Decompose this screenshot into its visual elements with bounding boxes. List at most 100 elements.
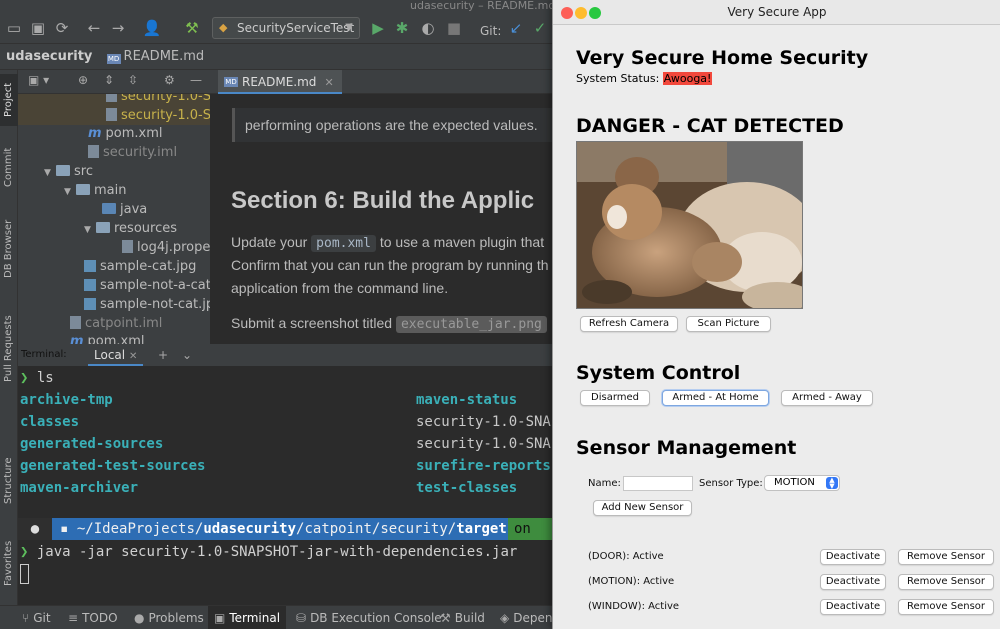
stop-icon[interactable]: ■: [444, 18, 464, 38]
sensor-row-label: (MOTION): Active: [588, 576, 675, 587]
terminal-entry: archive-tmp: [20, 392, 113, 408]
app-heading: Very Secure Home Security: [576, 47, 869, 69]
terminal-tab-local[interactable]: Local ✕: [88, 344, 144, 366]
refresh-camera-button[interactable]: Refresh Camera: [580, 316, 678, 332]
remove-sensor-button[interactable]: Remove Sensor: [898, 574, 994, 590]
tool-tab-db-browser[interactable]: DB Browser: [0, 214, 18, 284]
tool-tab-project[interactable]: Project: [0, 74, 18, 126]
hide-panel-icon[interactable]: —: [190, 73, 202, 87]
breadcrumb: udasecurity MD README.md: [0, 44, 552, 70]
tree-item[interactable]: security-1.0-S: [18, 94, 210, 106]
info-icon: ●: [134, 611, 145, 625]
git-update-icon[interactable]: ↙: [506, 18, 526, 38]
back-arrow-icon[interactable]: ←: [84, 18, 104, 38]
sync-icon[interactable]: ⟳: [52, 18, 72, 38]
git-label: Git:: [480, 24, 502, 38]
tree-item[interactable]: catpoint.iml: [18, 314, 210, 333]
deactivate-sensor-button[interactable]: Deactivate: [820, 574, 886, 590]
tree-item[interactable]: ▼ src: [18, 162, 210, 181]
tree-item[interactable]: sample-not-cat.jp: [18, 295, 210, 314]
terminal[interactable]: ❯ ls archive-tmp classes generated-sourc…: [18, 366, 552, 606]
sensor-management-heading: Sensor Management: [576, 437, 797, 459]
build-hammer-icon[interactable]: ⚒: [182, 18, 202, 38]
tree-item[interactable]: ▼ main: [18, 181, 210, 200]
add-terminal-icon[interactable]: +: [158, 344, 168, 366]
tree-item[interactable]: security.iml: [18, 143, 210, 162]
breadcrumb-file[interactable]: README.md: [124, 49, 205, 64]
tree-item[interactable]: sample-cat.jpg: [18, 257, 210, 276]
armed-away-button[interactable]: Armed - Away: [781, 390, 873, 406]
tool-tab-commit[interactable]: Commit: [0, 142, 18, 192]
view-select-icon[interactable]: ▣ ▾: [28, 73, 49, 87]
tree-item[interactable]: log4j.prope: [18, 238, 210, 257]
tool-tab-todo[interactable]: ≡ TODO: [68, 606, 118, 629]
tree-item[interactable]: m pom.xml: [18, 332, 210, 344]
tool-tab-structure[interactable]: Structure: [0, 452, 18, 510]
sensor-row-label: (DOOR): Active: [588, 551, 664, 562]
scan-picture-button[interactable]: Scan Picture: [686, 316, 771, 332]
git-icon: ⑂: [22, 611, 30, 625]
tool-tab-git[interactable]: ⑂ Git: [22, 606, 51, 629]
user-icon[interactable]: 👤: [142, 18, 162, 38]
deactivate-sensor-button[interactable]: Deactivate: [820, 549, 886, 565]
run-icon[interactable]: ▶: [368, 18, 388, 38]
iml-file-icon: [70, 316, 81, 329]
properties-file-icon: [122, 240, 133, 253]
status-label: System Status:: [576, 72, 660, 85]
tool-tab-build[interactable]: ⚒ Build: [440, 606, 485, 629]
chevron-down-icon[interactable]: ⌄: [182, 344, 192, 366]
collapse-all-icon[interactable]: ⇳: [128, 73, 138, 87]
tool-tab-pull-requests[interactable]: Pull Requests: [0, 306, 18, 392]
jar-file-icon: [106, 108, 117, 121]
tree-item[interactable]: java: [18, 200, 210, 219]
tool-tab-terminal[interactable]: ▣ Terminal: [208, 606, 287, 629]
image-file-icon: [84, 298, 96, 310]
project-tree: security-1.0-S security-1.0-S m pom.xml s…: [18, 94, 210, 344]
app-window: Very Secure App Very Secure Home Securit…: [552, 0, 1000, 629]
forward-arrow-icon[interactable]: →: [108, 18, 128, 38]
debug-icon[interactable]: ✱: [392, 18, 412, 38]
add-new-sensor-button[interactable]: Add New Sensor: [593, 500, 692, 516]
tree-item[interactable]: security-1.0-S: [18, 106, 210, 125]
gear-icon[interactable]: ⚙: [164, 73, 175, 87]
deactivate-sensor-button[interactable]: Deactivate: [820, 599, 886, 615]
project-toolbar: ▣ ▾ ⊕ ⇕ ⇳ ⚙ —: [18, 70, 210, 94]
locate-icon[interactable]: ⊕: [78, 73, 88, 87]
close-icon[interactable]: ✕: [129, 351, 137, 362]
paragraph-line: Confirm that you can run the program by …: [231, 257, 549, 273]
tree-item[interactable]: ▼ resources: [18, 219, 210, 238]
run-configuration-select[interactable]: ◆ SecurityServiceTest ▼: [212, 17, 360, 39]
tree-item[interactable]: sample-not-a-cat: [18, 276, 210, 295]
armed-at-home-button[interactable]: Armed - At Home: [662, 390, 769, 406]
sensor-name-input[interactable]: [623, 476, 693, 491]
terminal-entry: security-1.0-SNAF: [416, 436, 552, 452]
terminal-entry: maven-archiver: [20, 480, 139, 496]
breadcrumb-project[interactable]: udasecurity: [6, 49, 92, 64]
folder-icon: ▪: [60, 521, 69, 537]
tree-item[interactable]: m pom.xml: [18, 124, 210, 143]
folder-icon: [56, 165, 70, 176]
left-tool-stripe: Project Commit DB Browser Pull Requests …: [0, 70, 18, 605]
coverage-icon[interactable]: ◐: [418, 18, 438, 38]
prompt-git-segment: on: [508, 518, 552, 540]
editor-tab-readme[interactable]: MD README.md ✕: [218, 70, 342, 94]
image-file-icon: [84, 260, 96, 272]
tool-tab-problems[interactable]: ● Problems: [134, 606, 204, 629]
expand-all-icon[interactable]: ⇕: [104, 73, 114, 87]
disarmed-button[interactable]: Disarmed: [580, 390, 650, 406]
open-folder-icon[interactable]: ▭: [4, 18, 24, 38]
paragraph-line: Submit a screenshot titled executable_ja…: [231, 315, 547, 333]
tool-tab-dependencies[interactable]: ◈Depend: [500, 606, 552, 629]
apple-icon: ●: [18, 518, 52, 540]
save-icon[interactable]: ▣: [28, 18, 48, 38]
close-icon[interactable]: ✕: [324, 76, 333, 89]
ide-window: udasecurity – README.md [u ▭ ▣ ⟳ ← → 👤 ⚒…: [0, 0, 552, 629]
git-commit-icon[interactable]: ✓: [530, 18, 550, 38]
terminal-entry: generated-sources: [20, 436, 164, 452]
remove-sensor-button[interactable]: Remove Sensor: [898, 599, 994, 615]
sensor-type-select[interactable]: MOTION ▲ ▼: [764, 475, 840, 491]
tool-tab-favorites[interactable]: Favorites: [0, 534, 18, 592]
chevron-updown-icon: ▲ ▼: [826, 477, 838, 490]
remove-sensor-button[interactable]: Remove Sensor: [898, 549, 994, 565]
tool-tab-db-console[interactable]: ⛁ DB Execution Console: [296, 606, 442, 629]
